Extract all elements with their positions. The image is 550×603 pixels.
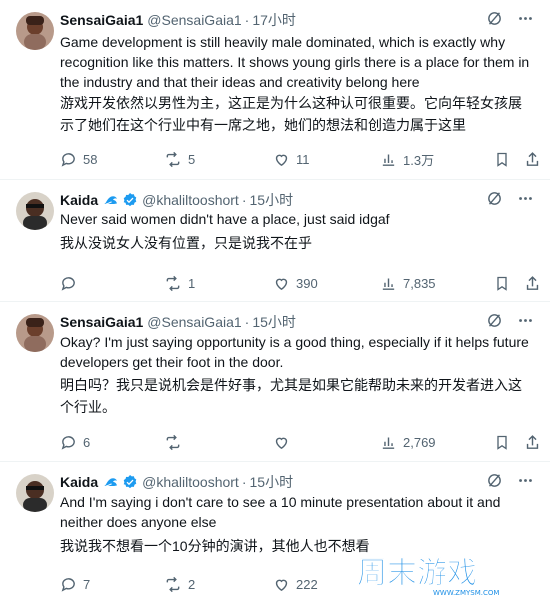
grok-icon[interactable] (486, 190, 503, 210)
share-icon (526, 275, 539, 290)
view-count: 1.3万 (403, 152, 435, 168)
author-name[interactable]: SensaiGaia1 (60, 12, 143, 28)
tweet-translation: 我从没说女人没有位置，只是说我不在乎 (60, 235, 312, 251)
avatar[interactable] (16, 192, 54, 230)
tweet-text: Game development is still heavily male d… (60, 34, 530, 90)
view-count: 7,835 (403, 275, 436, 291)
author-name[interactable]: SensaiGaia1 (60, 314, 143, 330)
views-icon (382, 154, 395, 166)
bookmark-icon (497, 435, 507, 450)
heart-icon (275, 278, 288, 290)
more-icon[interactable] (517, 190, 534, 210)
grok-icon[interactable] (486, 472, 503, 492)
like-count: 222 (296, 576, 318, 592)
repost-icon (166, 576, 180, 592)
views-icon (382, 437, 395, 449)
like-button[interactable] (273, 434, 296, 451)
repost-button[interactable]: 1 (164, 275, 195, 292)
more-icon[interactable] (517, 472, 534, 492)
timestamp[interactable]: 15小时 (252, 312, 296, 332)
reply-button[interactable] (60, 275, 83, 292)
verified-icon (123, 475, 137, 489)
watermark-text: 周末游戏 (357, 556, 477, 591)
like-button[interactable]: 390 (273, 275, 318, 292)
like-count: 390 (296, 275, 318, 291)
repost-count: 1 (188, 275, 196, 291)
share-button[interactable] (524, 434, 541, 451)
author-name[interactable]: Kaida (60, 474, 98, 490)
watermark-url: WWW.ZMYSM.COM (433, 589, 499, 597)
like-count: 11 (296, 151, 310, 167)
reply-count: 58 (83, 151, 98, 167)
more-icon[interactable] (517, 312, 534, 332)
reply-count: 7 (83, 576, 91, 592)
grok-icon[interactable] (486, 10, 503, 30)
wave-badge-icon (104, 196, 118, 205)
author-handle[interactable]: @khaliltooshort (142, 474, 239, 490)
bookmark-button[interactable] (494, 434, 510, 451)
reply-icon (61, 577, 75, 592)
reply-button[interactable]: 6 (60, 434, 90, 451)
heart-icon (275, 437, 288, 449)
repost-count: 2 (188, 576, 196, 592)
view-count: 2,769 (403, 434, 436, 450)
tweet-text: Never said women didn't have a place, ju… (60, 211, 390, 227)
bookmark-icon (497, 276, 507, 291)
timestamp[interactable]: 15小时 (250, 472, 294, 492)
share-button[interactable] (524, 275, 541, 292)
bookmark-button[interactable] (494, 275, 510, 292)
bookmark-icon (497, 152, 507, 167)
tweet-1[interactable]: SensaiGaia1 @SensaiGaia1 · 17小时 Game dev… (0, 0, 550, 180)
share-icon (526, 151, 539, 166)
repost-button[interactable]: 5 (164, 151, 195, 168)
author-handle[interactable]: @khaliltooshort (142, 192, 239, 208)
repost-icon (166, 151, 180, 167)
heart-icon (275, 154, 288, 166)
tweet-translation: 明白吗？我只是说机会是件好事，尤其是如果它能帮助未来的开发者进入这个行业。 (60, 377, 522, 415)
more-icon[interactable] (517, 10, 534, 30)
views-icon (382, 278, 395, 290)
repost-button[interactable]: 2 (164, 576, 195, 593)
tweet-2[interactable]: Kaida @khaliltooshort · 15小时 Never said … (0, 180, 550, 302)
timestamp[interactable]: 17小时 (252, 10, 296, 30)
reply-count: 6 (83, 434, 91, 450)
like-button[interactable]: 11 (273, 151, 310, 168)
timestamp[interactable]: 15小时 (250, 190, 294, 210)
reply-icon (61, 152, 75, 167)
like-button[interactable]: 222 (273, 576, 318, 593)
verified-icon (123, 193, 137, 207)
avatar[interactable] (16, 314, 54, 352)
reply-button[interactable]: 58 (60, 151, 97, 168)
repost-button[interactable] (164, 434, 188, 451)
repost-count: 5 (188, 151, 196, 167)
reply-button[interactable]: 7 (60, 576, 90, 593)
avatar[interactable] (16, 12, 54, 50)
share-icon (526, 434, 539, 449)
tweet-text: Okay? I'm just saying opportunity is a g… (60, 334, 529, 370)
wave-badge-icon (104, 478, 118, 487)
reply-icon (61, 276, 75, 291)
views-button[interactable]: 7,835 (380, 275, 436, 292)
author-handle[interactable]: @SensaiGaia1 (147, 314, 241, 330)
views-button[interactable]: 1.3万 (380, 150, 434, 169)
heart-icon (275, 579, 288, 591)
bookmark-button[interactable] (494, 151, 510, 168)
author-name[interactable]: Kaida (60, 192, 98, 208)
tweet-3[interactable]: SensaiGaia1 @SensaiGaia1 · 15小时 Okay? I'… (0, 302, 550, 462)
repost-icon (166, 275, 180, 291)
tweet-text: And I'm saying i don't care to see a 10 … (60, 494, 501, 530)
site-watermark: 周末游戏 WWW.ZMYSM.COM (355, 549, 540, 597)
grok-icon[interactable] (486, 312, 503, 332)
repost-icon (166, 434, 180, 450)
views-button[interactable]: 2,769 (380, 434, 436, 451)
avatar[interactable] (16, 474, 54, 512)
tweet-translation: 游戏开发依然以男性为主，这正是为什么这种认可很重要。它向年轻女孩展示了她们在这个… (60, 95, 522, 133)
author-handle[interactable]: @SensaiGaia1 (147, 12, 241, 28)
share-button[interactable] (524, 151, 541, 168)
reply-icon (61, 435, 75, 450)
